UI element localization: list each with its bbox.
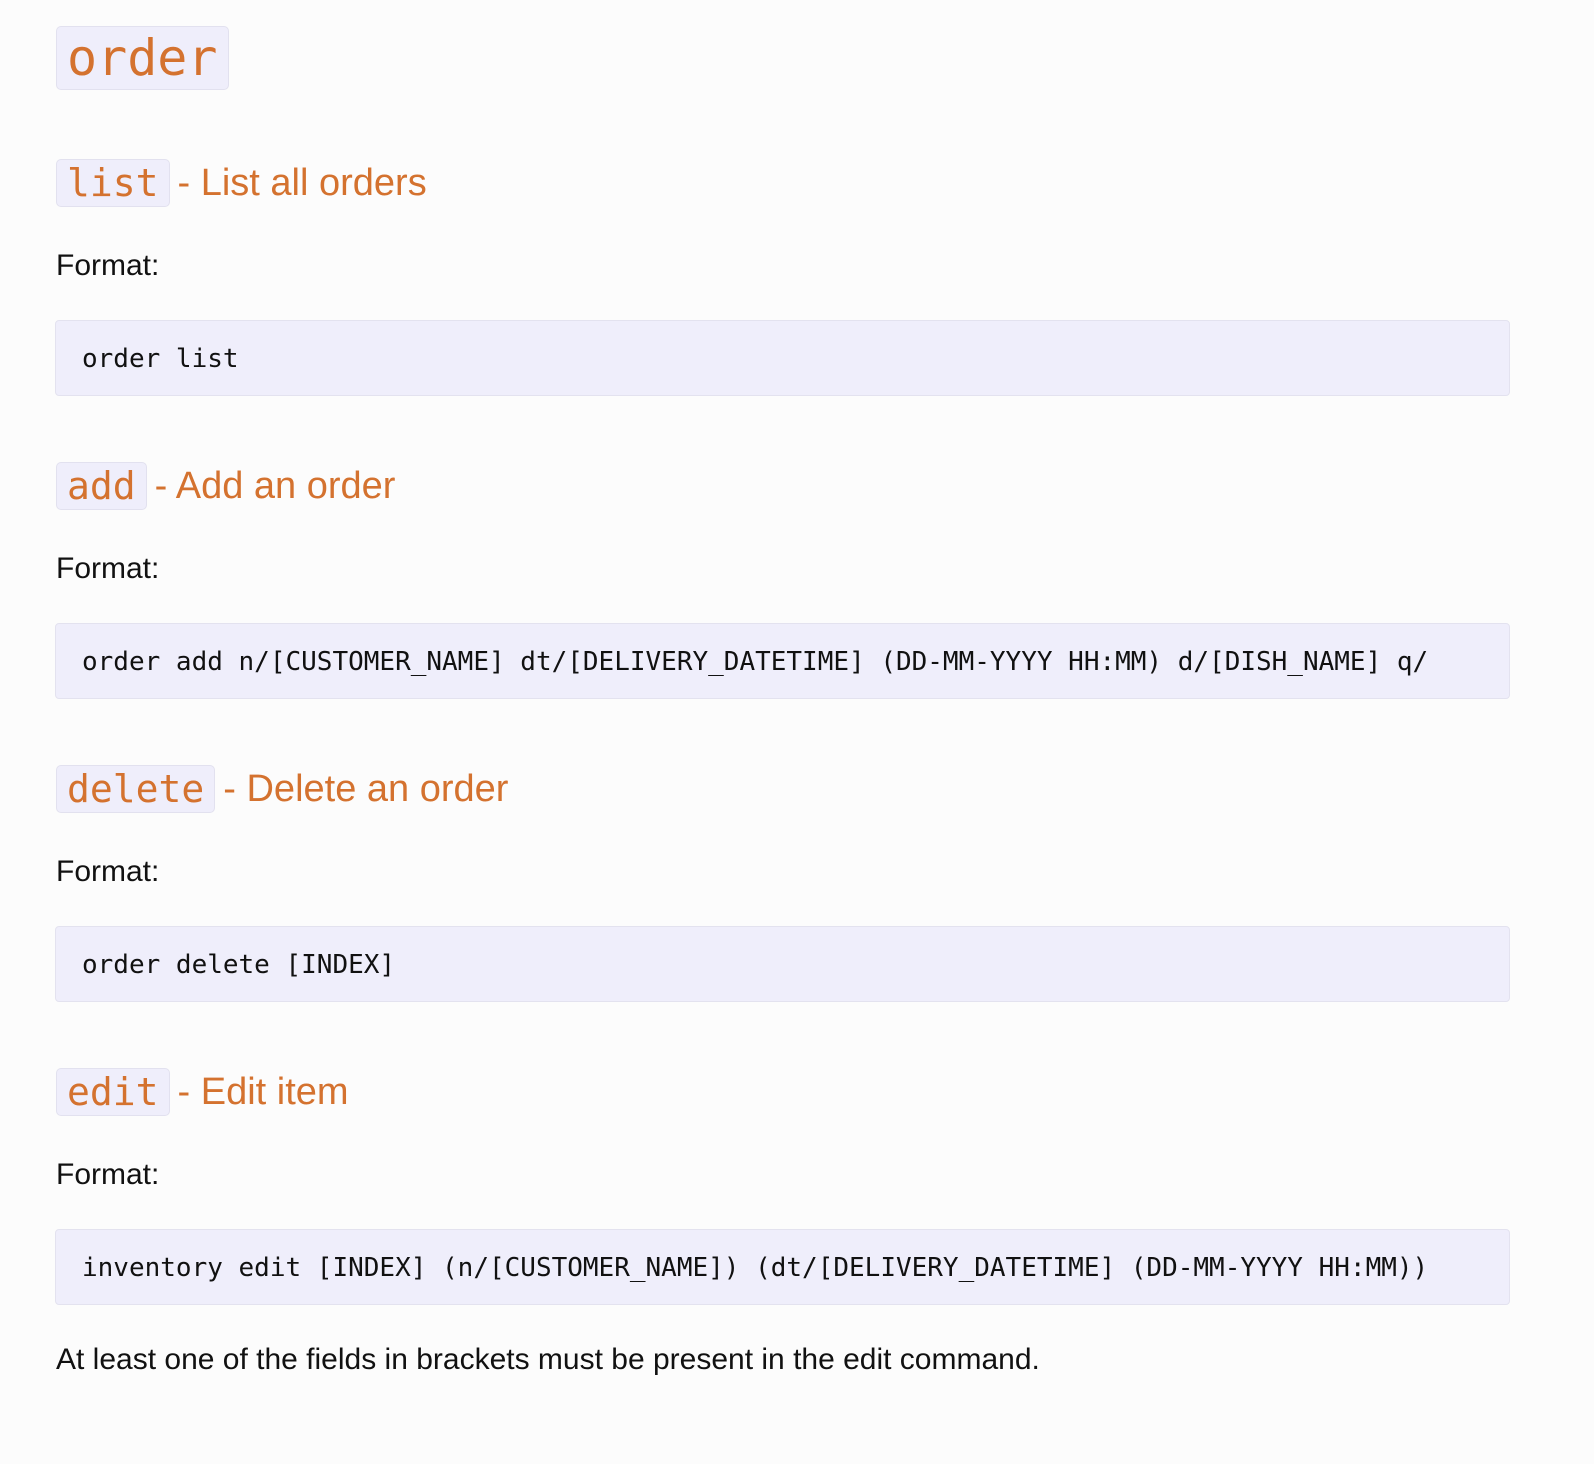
format-codeblock-delete[interactable]: order delete [INDEX] bbox=[55, 926, 1510, 1002]
section-description-edit: - Edit item bbox=[177, 1071, 349, 1113]
command-code-add: add bbox=[56, 462, 147, 510]
edit-note: At least one of the fields in brackets m… bbox=[56, 1343, 1040, 1376]
section-heading-list: list - List all orders bbox=[56, 159, 427, 207]
format-label-delete: Format: bbox=[56, 855, 160, 888]
section-heading-delete: delete - Delete an order bbox=[56, 765, 508, 813]
section-description-add: - Add an order bbox=[154, 465, 396, 507]
format-codeblock-add[interactable]: order add n/[CUSTOMER_NAME] dt/[DELIVERY… bbox=[55, 623, 1510, 699]
section-heading-add: add - Add an order bbox=[56, 462, 395, 510]
command-code-delete: delete bbox=[56, 765, 216, 813]
section-heading-edit: edit - Edit item bbox=[56, 1068, 349, 1116]
format-label-add: Format: bbox=[56, 552, 160, 585]
format-codeblock-edit[interactable]: inventory edit [INDEX] (n/[CUSTOMER_NAME… bbox=[55, 1229, 1510, 1305]
format-label-edit: Format: bbox=[56, 1158, 160, 1191]
section-description-list: - List all orders bbox=[177, 162, 427, 204]
document-page: order list - List all orders Format: orde… bbox=[0, 0, 1594, 1464]
command-code-edit: edit bbox=[56, 1068, 170, 1116]
page-title: order bbox=[56, 26, 229, 90]
format-codeblock-list[interactable]: order list bbox=[55, 320, 1510, 396]
section-description-delete: - Delete an order bbox=[223, 768, 509, 810]
page-title-code: order bbox=[56, 26, 229, 90]
command-code-list: list bbox=[56, 159, 170, 207]
format-label-list: Format: bbox=[56, 249, 160, 282]
